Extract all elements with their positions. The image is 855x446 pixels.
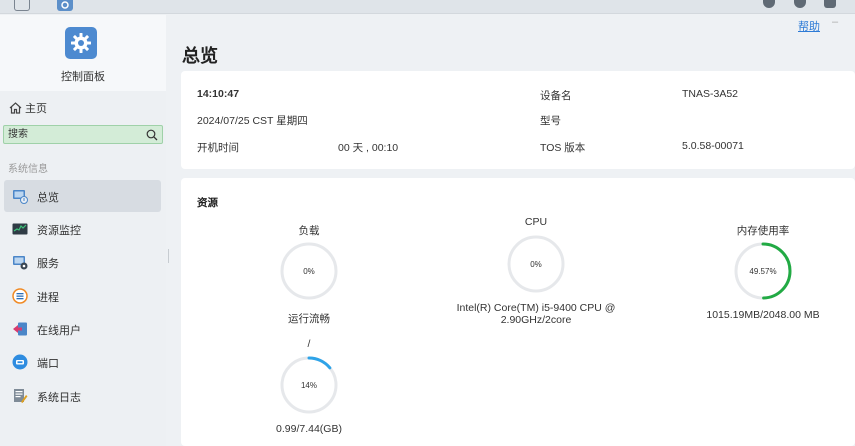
page-title: 总览 <box>182 46 218 66</box>
uptime-label: 开机时间 <box>197 142 239 154</box>
cpu-label: CPU <box>524 216 548 228</box>
sidebar-item-processes[interactable]: 进程 <box>4 280 161 312</box>
home-icon <box>9 102 22 114</box>
load-gauge: 0% <box>280 242 338 300</box>
tos-version-value: 5.0.58-00071 <box>682 140 744 152</box>
sidebar-item-ports[interactable]: 端口 <box>4 346 161 378</box>
home-link[interactable]: 主页 <box>9 100 47 116</box>
sidebar-header: 控制面板 <box>0 15 166 91</box>
sidebar-item-services[interactable]: 服务 <box>4 246 161 278</box>
message-icon[interactable] <box>794 0 806 8</box>
overview-icon <box>13 190 28 204</box>
current-date: 2024/07/25 CST 星期四 <box>197 115 308 127</box>
search-icon[interactable] <box>146 129 158 141</box>
current-time: 14:10:47 <box>197 88 240 100</box>
monitor-icon[interactable] <box>763 0 775 8</box>
fluency-label: 运行流畅 <box>288 313 330 325</box>
load-label: 负载 <box>298 225 320 237</box>
model-label: 型号 <box>540 115 561 127</box>
uptime-value: 00 天 , 00:10 <box>338 142 399 154</box>
sidebar-item-overview[interactable]: 总览 <box>4 180 161 212</box>
collapse-icon[interactable]: – <box>832 16 838 28</box>
memory-percent: 49.57% <box>749 266 777 276</box>
sidebar: 控制面板 主页 系统信息 总览 资源监控 <box>0 15 166 446</box>
sidebar-item-label: 进程 <box>37 292 59 304</box>
tos-version-label: TOS 版本 <box>540 142 586 154</box>
resources-card: 资源 负载 0% 运行流畅 / 14% 0.99/7.44(GB) CPU 0%… <box>181 178 855 446</box>
search-input[interactable] <box>8 128 138 141</box>
top-taskbar <box>0 0 855 14</box>
control-panel-gear-icon <box>65 27 97 59</box>
sidebar-item-label: 总览 <box>37 192 59 204</box>
device-name-label: 设备名 <box>540 90 572 102</box>
monitor-icon <box>12 223 28 235</box>
memory-gauge: 49.57% <box>734 242 792 300</box>
device-name-value: TNAS-3A52 <box>682 88 739 100</box>
cpu-percent: 0% <box>530 259 542 269</box>
fluency-percent: 14% <box>300 380 317 390</box>
service-icon <box>13 256 28 270</box>
sidebar-item-label: 在线用户 <box>37 325 81 337</box>
sidebar-item-label: 系统日志 <box>37 392 81 404</box>
fluency-detail: 0.99/7.44(GB) <box>276 423 342 435</box>
section-label: 系统信息 <box>8 164 48 175</box>
main-content: 帮助 – 总览 14:10:47 2024/07/25 CST 星期四 开机时间… <box>169 15 855 446</box>
home-label: 主页 <box>25 103 47 115</box>
sidebar-item-label: 服务 <box>37 258 59 270</box>
online-user-icon <box>13 322 27 336</box>
sidebar-item-system-log[interactable]: 系统日志 <box>4 380 161 412</box>
cpu-gauge: 0% <box>507 235 565 293</box>
fluency-sub-label: / <box>307 338 311 350</box>
search-box[interactable] <box>3 125 163 144</box>
load-percent: 0% <box>303 266 315 276</box>
sidebar-item-label: 端口 <box>37 358 59 370</box>
notification-icon[interactable] <box>824 0 836 8</box>
log-icon <box>14 389 28 403</box>
control-panel-taskbar-icon[interactable] <box>57 0 73 11</box>
memory-detail: 1015.19MB/2048.00 MB <box>706 309 820 321</box>
app-title: 控制面板 <box>61 71 105 83</box>
sidebar-item-online-users[interactable]: 在线用户 <box>4 313 161 345</box>
help-link[interactable]: 帮助 <box>798 18 820 34</box>
cpu-model: Intel(R) Core(TM) i5-9400 CPU @ 2.90GHz/… <box>456 302 616 326</box>
system-info-card: 14:10:47 2024/07/25 CST 星期四 开机时间 00 天 , … <box>181 71 855 169</box>
sidebar-item-label: 资源监控 <box>37 225 81 237</box>
memory-label: 内存使用率 <box>736 225 790 237</box>
file-manager-icon[interactable] <box>14 0 30 11</box>
resources-title: 资源 <box>197 197 218 209</box>
fluency-gauge: 14% <box>280 356 338 414</box>
port-icon <box>12 354 28 370</box>
sidebar-item-resource-monitor[interactable]: 资源监控 <box>4 213 161 245</box>
process-icon <box>12 288 28 304</box>
